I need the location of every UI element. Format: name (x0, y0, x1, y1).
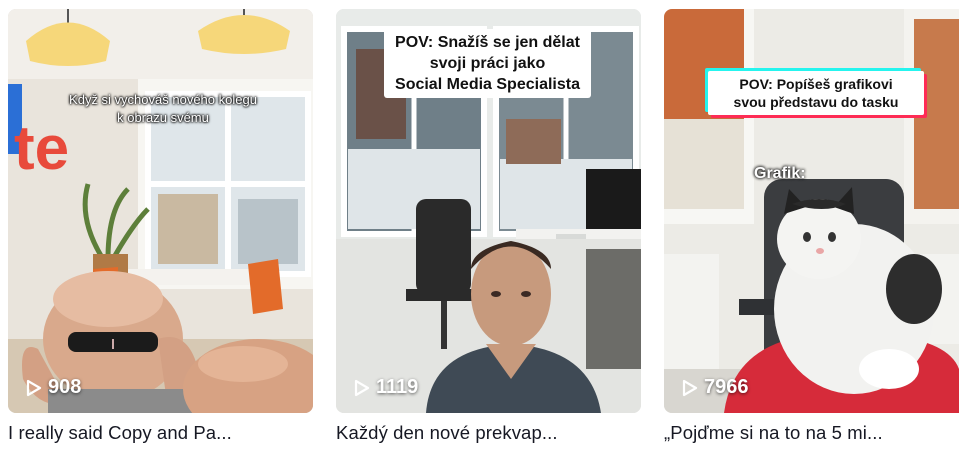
view-count: 7966 (682, 376, 749, 399)
view-count-value: 1119 (376, 376, 419, 398)
view-count-value: 7966 (704, 376, 749, 398)
video-card[interactable]: te Když si vychováš nového kolegu k obra… (8, 9, 313, 449)
play-outline-icon (354, 379, 370, 396)
video-overlay-label: Grafik: (754, 165, 806, 182)
video-card[interactable]: POV: Snažíš se jen dělat svoji práci jak… (336, 9, 641, 449)
play-outline-icon (26, 379, 42, 396)
view-count: 1119 (354, 376, 418, 399)
video-thumbnail[interactable]: POV: Snažíš se jen dělat svoji práci jak… (336, 9, 641, 413)
video-title[interactable]: Každý den nové prekvap... (336, 422, 641, 444)
video-overlay-text: POV: Snažíš se jen dělat svoji práci jak… (384, 29, 591, 98)
video-card[interactable]: POV: Popíšeš grafikovi svou představu do… (664, 9, 959, 449)
view-count-value: 908 (48, 376, 82, 398)
play-outline-icon (682, 379, 698, 396)
video-overlay-text: Když si vychováš nového kolegu k obrazu … (69, 92, 257, 125)
svg-text:te: te (14, 114, 69, 183)
thumbnail-image: te (8, 9, 313, 413)
video-title[interactable]: I really said Copy and Pa... (8, 422, 313, 444)
video-title[interactable]: „Pojďme si na to na 5 mi... (664, 422, 959, 444)
video-overlay-text: POV: Popíšeš grafikovi svou představu do… (708, 71, 924, 115)
view-count: 908 (26, 376, 81, 399)
thumbnail-image (664, 9, 959, 413)
video-thumbnail[interactable]: POV: Popíšeš grafikovi svou představu do… (664, 9, 959, 413)
video-thumbnail[interactable]: te Když si vychováš nového kolegu k obra… (8, 9, 313, 413)
video-grid: te Když si vychováš nového kolegu k obra… (0, 0, 959, 453)
